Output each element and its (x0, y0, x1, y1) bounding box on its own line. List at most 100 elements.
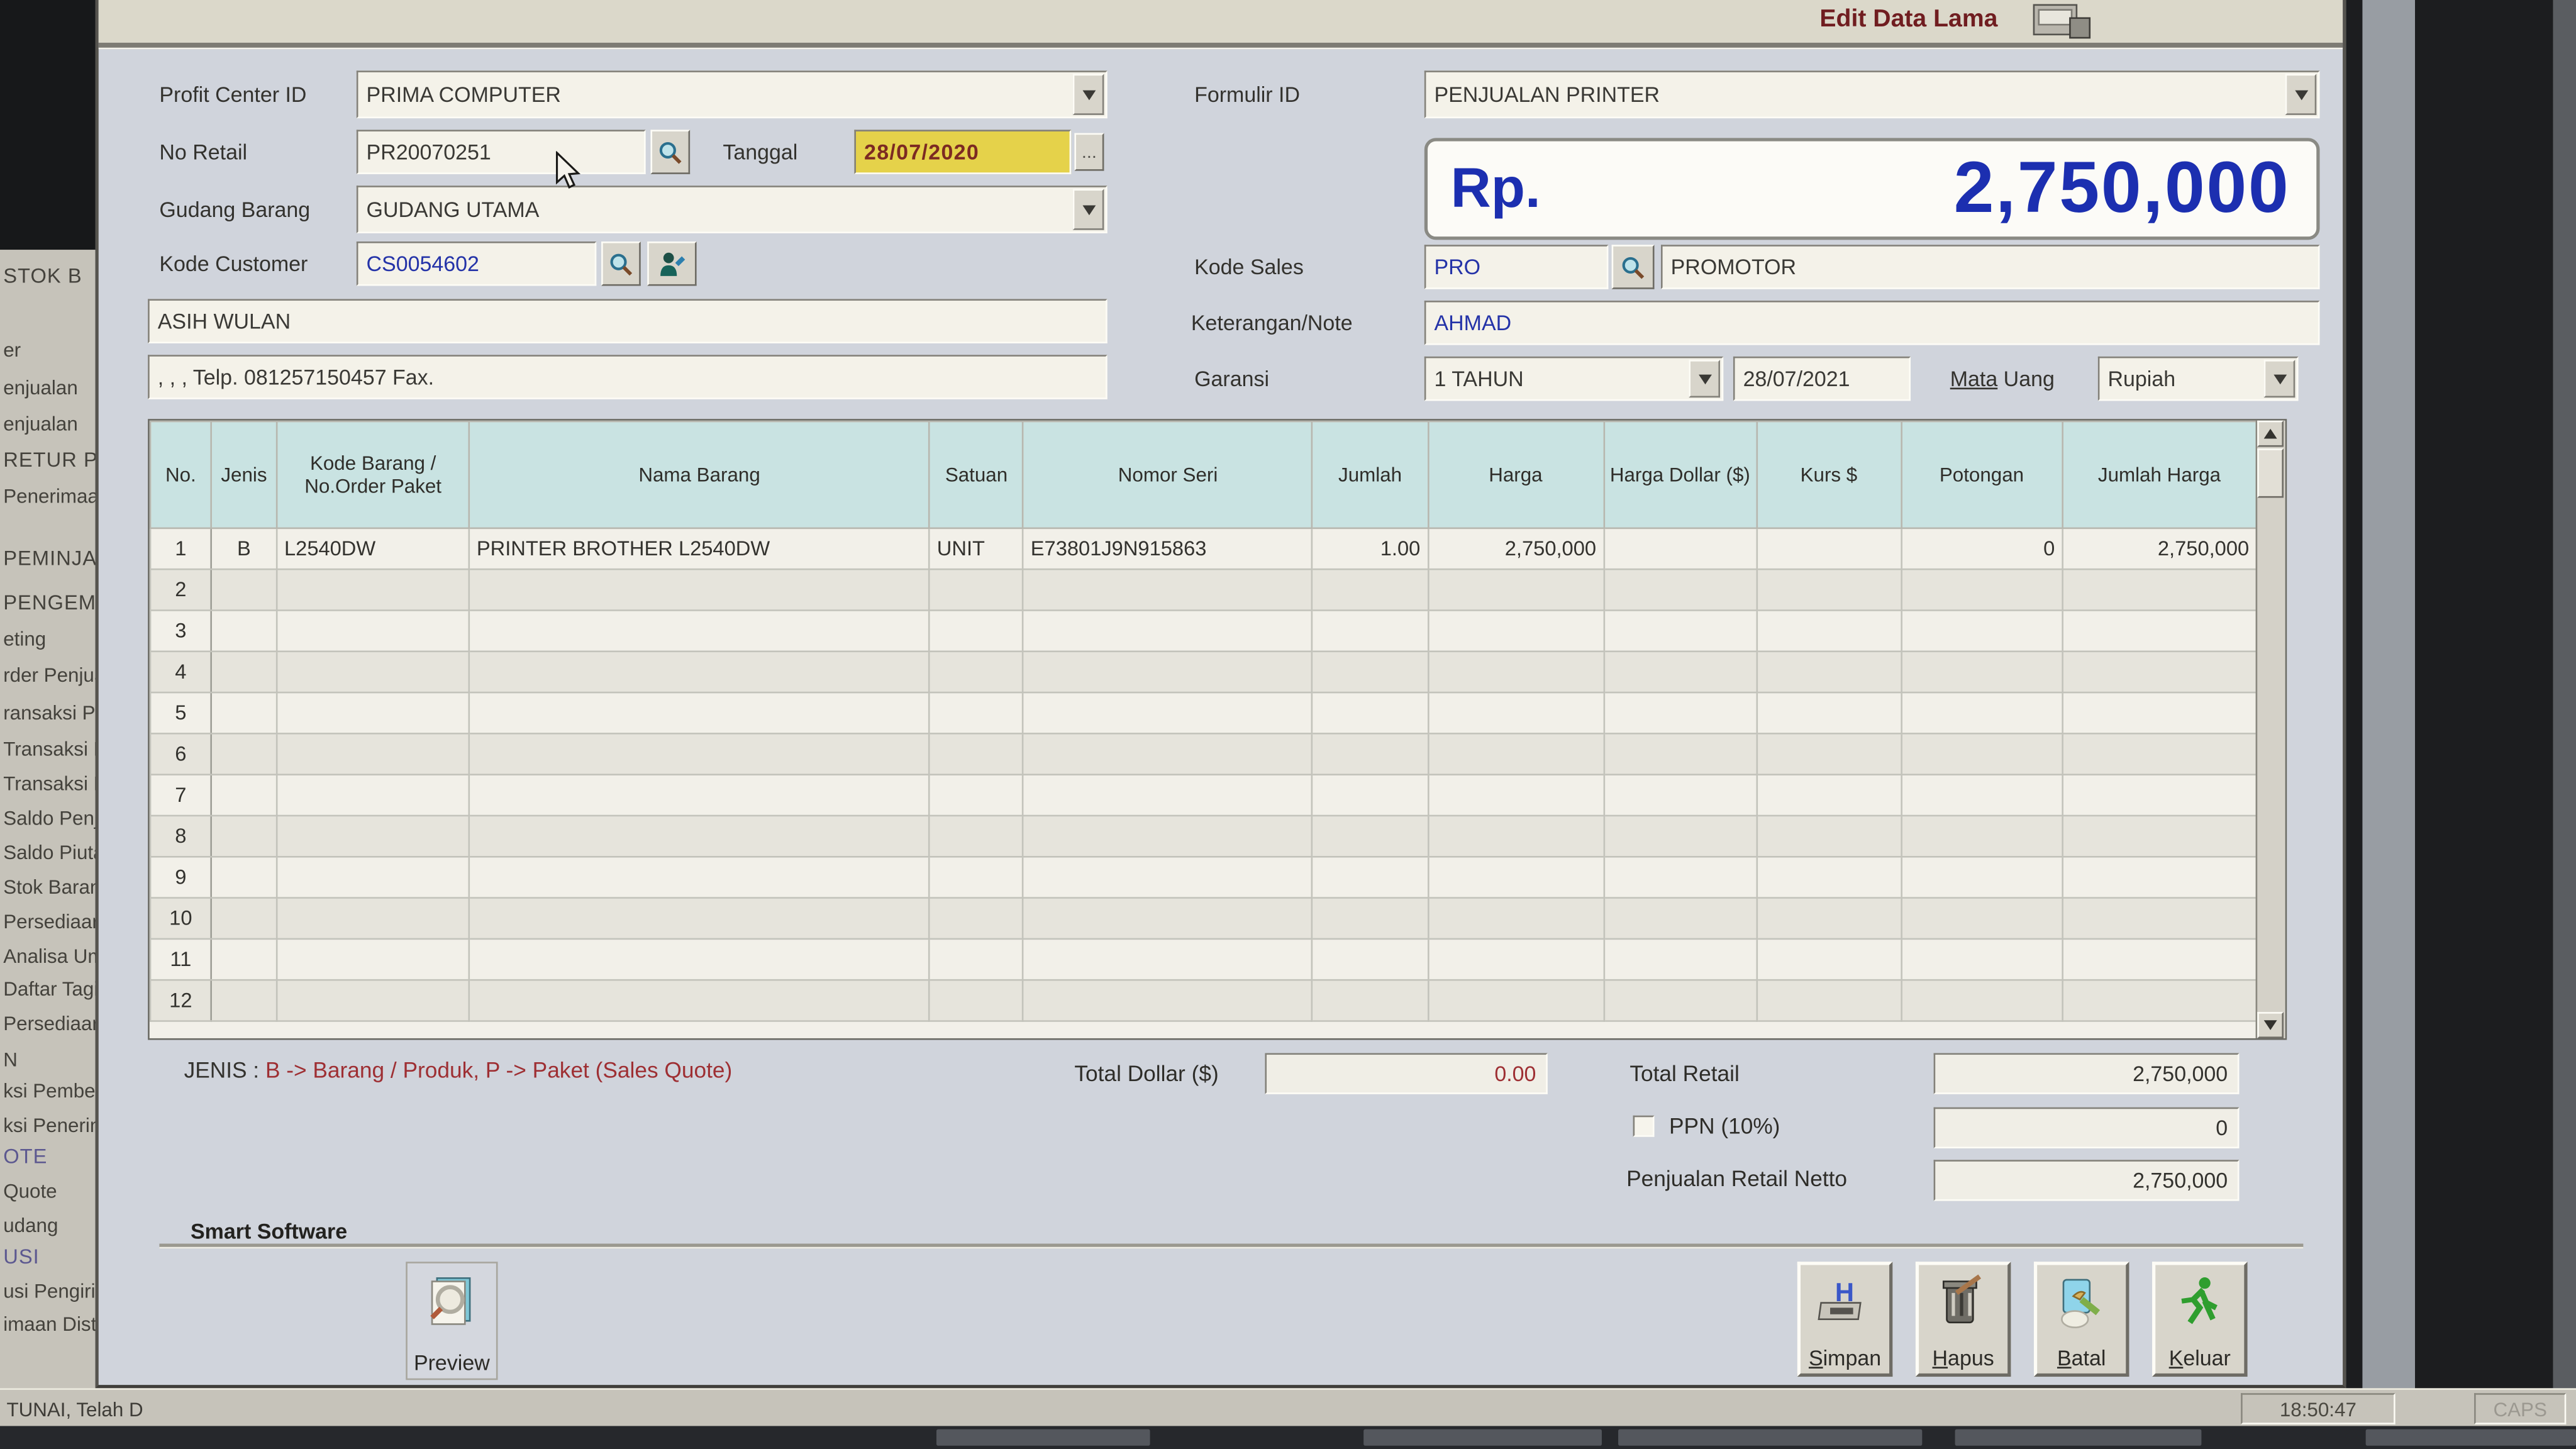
grid-cell[interactable] (469, 980, 930, 1021)
grid-cell[interactable] (2062, 816, 2257, 857)
col-header-harga[interactable]: Harga (1428, 421, 1604, 528)
grid-cell[interactable] (1023, 857, 1313, 897)
grid-cell[interactable] (211, 733, 277, 774)
grid-cell[interactable] (211, 692, 277, 733)
grid-cell[interactable] (1428, 939, 1604, 980)
row-number-cell[interactable]: 9 (150, 857, 211, 897)
row-number-cell[interactable]: 12 (150, 980, 211, 1021)
grid-cell[interactable] (1757, 569, 1901, 610)
total-dollar-field[interactable]: 0.00 (1265, 1053, 1547, 1094)
grid-cell[interactable] (211, 569, 277, 610)
grid-cell[interactable] (469, 569, 930, 610)
customer-search-button[interactable] (601, 242, 641, 286)
row-number-cell[interactable]: 5 (150, 692, 211, 733)
grid-cell[interactable] (277, 733, 469, 774)
sidebar-item[interactable]: Persediaan B (3, 910, 95, 933)
row-number-cell[interactable]: 8 (150, 816, 211, 857)
grid-cell[interactable] (469, 775, 930, 816)
grid-cell[interactable] (1757, 980, 1901, 1021)
grid-cell[interactable] (469, 857, 930, 897)
grid-cell[interactable] (1604, 816, 1757, 857)
grid-cell[interactable] (469, 733, 930, 774)
grid-cell[interactable] (2062, 939, 2257, 980)
sidebar-item[interactable]: udang (3, 1214, 58, 1237)
grid-cell[interactable] (277, 857, 469, 897)
grid-cell[interactable] (1313, 733, 1428, 774)
sidebar-item[interactable]: Quote (3, 1180, 57, 1203)
grid-cell[interactable] (1313, 569, 1428, 610)
sidebar-item[interactable]: Saldo Piutar (3, 841, 95, 864)
grid-cell[interactable] (1428, 652, 1604, 692)
sidebar-item[interactable]: STOK B (3, 265, 82, 288)
no-retail-input[interactable]: PR20070251 (357, 130, 646, 174)
kurs-cell[interactable] (1757, 528, 1901, 569)
sales-name-field[interactable]: PROMOTOR (1661, 245, 2320, 289)
grid-cell[interactable] (211, 816, 277, 857)
ppn-checkbox[interactable] (1633, 1116, 1655, 1137)
tanggal-picker-button[interactable]: ... (1074, 133, 1104, 171)
netto-field[interactable]: 2,750,000 (1934, 1160, 2240, 1201)
grid-cell[interactable] (1023, 733, 1313, 774)
preview-button[interactable]: Preview (406, 1262, 497, 1380)
sidebar-item[interactable]: ksi Pembelian (3, 1079, 95, 1102)
grid-cell[interactable] (1428, 898, 1604, 939)
kode-cell[interactable]: L2540DW (277, 528, 469, 569)
grid-cell[interactable] (1901, 610, 2062, 651)
col-header-nama[interactable]: Nama Barang (469, 421, 930, 528)
grid-cell[interactable] (1313, 980, 1428, 1021)
grid-cell[interactable] (1313, 775, 1428, 816)
grid-cell[interactable] (1901, 569, 2062, 610)
grid-cell[interactable] (1604, 692, 1757, 733)
grid-cell[interactable] (1757, 733, 1901, 774)
grid-cell[interactable] (1901, 816, 2062, 857)
grid-cell[interactable] (930, 652, 1023, 692)
keluar-button[interactable]: Keluar (2152, 1262, 2248, 1377)
sidebar-item[interactable]: Stok Barang (3, 875, 95, 899)
grid-cell[interactable] (930, 898, 1023, 939)
harga-cell[interactable]: 2,750,000 (1428, 528, 1604, 569)
grid-cell[interactable] (1023, 816, 1313, 857)
col-header-kurs[interactable]: Kurs $ (1757, 421, 1901, 528)
sidebar-item[interactable]: ransaksi Pe (3, 701, 95, 724)
grid-cell[interactable] (1313, 816, 1428, 857)
kode-sales-input[interactable]: PRO (1424, 245, 1609, 289)
grid-cell[interactable] (930, 692, 1023, 733)
grid-cell[interactable] (1604, 610, 1757, 651)
col-header-potongan[interactable]: Potongan (1901, 421, 2062, 528)
grid-cell[interactable] (930, 816, 1023, 857)
grid-cell[interactable] (211, 857, 277, 897)
grid-cell[interactable] (1757, 939, 1901, 980)
sidebar-item[interactable]: enjualan (3, 413, 78, 436)
customer-name-field[interactable]: ASIH WULAN (148, 299, 1108, 343)
grid-cell[interactable] (1023, 610, 1313, 651)
grid-cell[interactable] (469, 939, 930, 980)
col-header-dollar[interactable]: Harga Dollar ($) (1604, 421, 1757, 528)
chevron-down-icon[interactable] (1689, 360, 1720, 397)
grid-cell[interactable] (930, 980, 1023, 1021)
grid-cell[interactable] (2062, 775, 2257, 816)
grid-cell[interactable] (211, 939, 277, 980)
sidebar-item[interactable]: RETUR PE (3, 448, 95, 472)
sidebar-item[interactable]: ksi Penerimaa (3, 1114, 95, 1137)
grid-cell[interactable] (1757, 898, 1901, 939)
dialog-title-bar[interactable]: Edit Data Lama (99, 0, 2343, 43)
hapus-button[interactable]: Hapus (1916, 1262, 2011, 1377)
grid-cell[interactable] (1428, 569, 1604, 610)
row-number-cell[interactable]: 4 (150, 652, 211, 692)
col-header-seri[interactable]: Nomor Seri (1023, 421, 1313, 528)
sidebar-item[interactable]: Persediaan B (3, 1012, 95, 1035)
sidebar-item[interactable]: Transaksi Ri (3, 738, 95, 761)
formulir-combobox[interactable]: PENJUALAN PRINTER (1424, 70, 2320, 118)
row-number-cell[interactable]: 3 (150, 610, 211, 651)
grid-cell[interactable] (211, 652, 277, 692)
grid-cell[interactable] (1604, 569, 1757, 610)
grid-cell[interactable] (2062, 652, 2257, 692)
no-retail-search-button[interactable] (650, 130, 690, 174)
taskbar-button[interactable] (2366, 1430, 2576, 1446)
nomor-seri-cell[interactable]: E73801J9N915863 (1023, 528, 1313, 569)
grid-cell[interactable] (1604, 733, 1757, 774)
grid-cell[interactable] (1313, 857, 1428, 897)
grid-cell[interactable] (1428, 980, 1604, 1021)
grid-cell[interactable] (2062, 610, 2257, 651)
grid-cell[interactable] (277, 775, 469, 816)
